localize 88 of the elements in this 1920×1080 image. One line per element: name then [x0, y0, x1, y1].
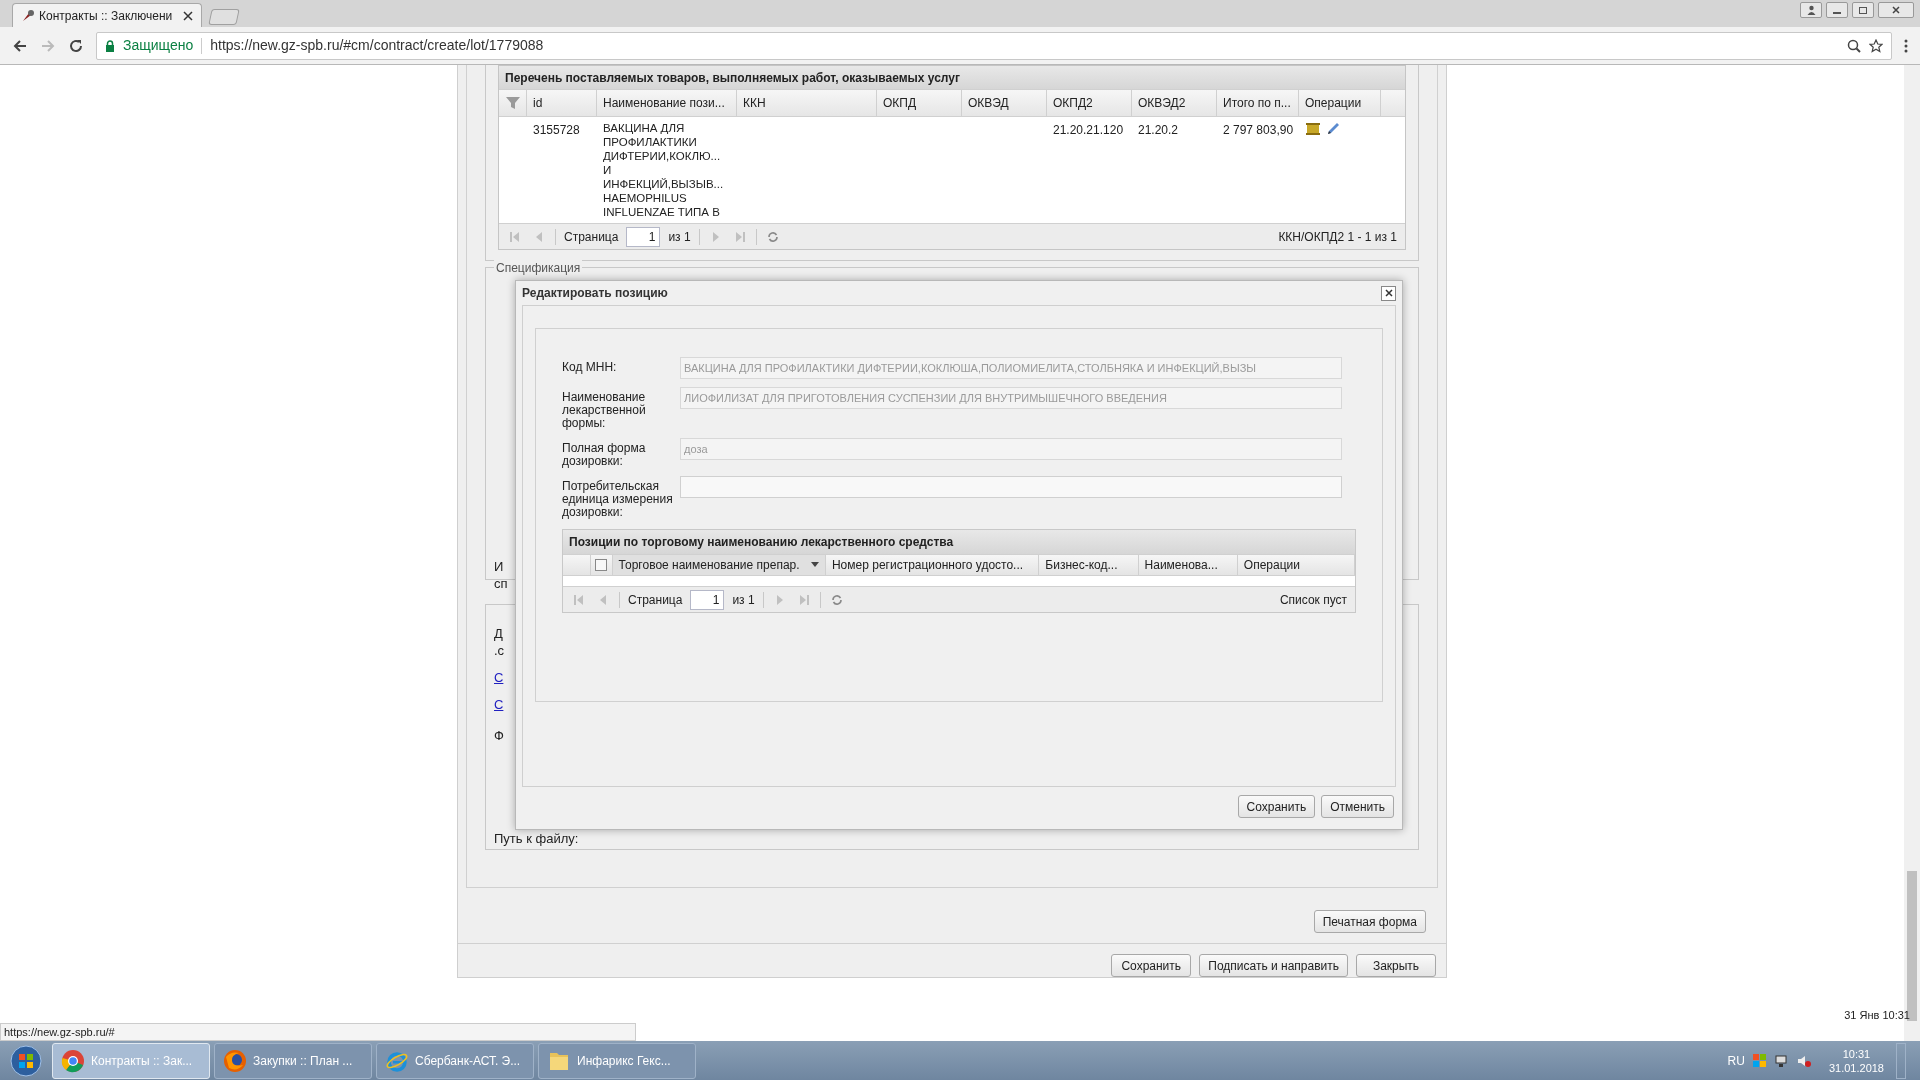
column-header[interactable]: Наименование пози... — [597, 90, 737, 116]
table-cell-text: 21.20.21.120 — [1052, 122, 1125, 139]
scroll-icon[interactable] — [1305, 121, 1321, 137]
column-header[interactable]: Торговое наименование препар. — [612, 555, 826, 575]
dialog-button[interactable]: Отменить — [1321, 795, 1394, 818]
column-header[interactable]: Бизнес-код... — [1039, 555, 1139, 575]
text-fragment: Ф — [494, 727, 505, 744]
page-label: Страница — [628, 591, 683, 609]
close-button[interactable] — [1381, 285, 1396, 301]
close-icon — [1384, 289, 1393, 297]
column-header[interactable]: ОКВЭД — [962, 90, 1047, 116]
items-grid-title: Перечень поставляемых товаров, выполняемых работ, оказываемых услуг — [499, 66, 1405, 89]
minimize-icon — [1833, 12, 1841, 14]
browser-tab[interactable]: Контракты :: Заключени — [12, 3, 202, 27]
minimize-button[interactable] — [1826, 2, 1848, 18]
star-icon[interactable] — [1869, 38, 1883, 53]
fieldset-legend: Спецификация — [494, 259, 583, 277]
url-text: https://new.gz-spb.ru/#cm/contract/create/lot/1779088 — [210, 36, 544, 55]
filter-icon[interactable] — [504, 96, 521, 110]
profile-button[interactable] — [1800, 2, 1822, 18]
column-header[interactable]: ОКПД — [877, 90, 962, 116]
table-cell-text: 2 797 803,90 — [1222, 122, 1295, 139]
zoom-icon[interactable] — [1847, 38, 1861, 53]
column-header[interactable]: Итого по п... — [1217, 90, 1299, 116]
status-url: https://new.gz-spb.ru/# — [0, 1023, 636, 1041]
pager-summary: Список пуст — [1279, 591, 1347, 609]
close-tab-icon[interactable] — [183, 10, 193, 21]
restore-icon — [1859, 6, 1867, 14]
text-fragment: сп — [494, 575, 508, 592]
text-fragment: Д — [494, 625, 504, 642]
table-cell-text: 3155728 — [532, 122, 581, 139]
forward-icon[interactable] — [40, 37, 56, 54]
text-fragment: .с — [494, 642, 506, 659]
page-field[interactable]: 1 — [690, 589, 725, 610]
footer-button[interactable]: Закрыть — [1356, 954, 1436, 977]
dialog-button[interactable]: Сохранить — [1237, 795, 1316, 818]
field-label: Потребительская единица измерения дозировки: — [562, 478, 674, 519]
close-icon — [1892, 6, 1900, 14]
footer-button[interactable]: Сохранить — [1111, 954, 1192, 977]
clock-time: 10:31 — [1842, 1046, 1871, 1061]
pager-summary: ККН/ОКПД2 1 - 1 из 1 — [1278, 228, 1397, 246]
table-cell-text: 21.20.2 — [1137, 122, 1180, 139]
grid-title: Позиции по торговому наименованию лекарственного средства — [563, 530, 1355, 554]
back-icon[interactable] — [12, 37, 28, 54]
field-label: Код МНН: — [562, 359, 618, 374]
column-header[interactable]: Номер регистрационного удосто... — [825, 555, 1040, 575]
table-cell-text: ВАКЦИНА ДЛЯ ПРОФИЛАКТИКИ ДИФТЕРИИ,КОКЛЮ... И ИНФЕКЦИЙ,ВЫЗЫВ... HAEMOPHILUS INFLUENZAE ТИПА B — [602, 121, 725, 219]
chrome-icon — [61, 1048, 85, 1073]
address-bar[interactable]: Защищено https://new.gz-spb.ru/#cm/contract/create/lot/1779088 — [96, 31, 1892, 60]
text-fragment: И — [494, 558, 505, 575]
show-desktop-button[interactable] — [1896, 1042, 1906, 1079]
reload-icon[interactable] — [68, 37, 84, 54]
edit-icon[interactable] — [1325, 121, 1341, 137]
column-header[interactable]: id — [527, 90, 597, 116]
page-label: Страница — [564, 228, 619, 246]
close-window-button[interactable] — [1878, 2, 1914, 18]
select-all-checkbox[interactable] — [595, 559, 608, 571]
dialog-title: Редактировать позицию — [522, 285, 668, 302]
column-header[interactable]: ОКВЭД2 — [1132, 90, 1217, 116]
tab-title: Контракты :: Заключени — [39, 7, 173, 25]
status-time: 31 Янв 10:31 — [1844, 1007, 1910, 1023]
dropdown-caret-icon[interactable] — [810, 562, 819, 568]
lock-icon — [105, 39, 115, 52]
network-icon[interactable] — [1774, 1053, 1789, 1068]
text-field[interactable] — [680, 476, 1342, 498]
menu-icon[interactable] — [1904, 38, 1908, 53]
page-field[interactable]: 1 — [626, 226, 661, 247]
person-icon — [1806, 5, 1816, 15]
tray-flag-icon[interactable] — [1752, 1053, 1767, 1068]
column-header[interactable]: ККН — [737, 90, 877, 116]
firefox-icon — [223, 1048, 247, 1073]
security-label: Защищено — [123, 36, 194, 55]
print-form-button[interactable]: Печатная форма — [1313, 910, 1426, 933]
column-header[interactable]: ОКПД2 — [1047, 90, 1132, 116]
volume-muted-icon[interactable] — [1796, 1053, 1811, 1068]
tab-favicon-icon — [21, 8, 35, 23]
page-count: из 1 — [732, 591, 755, 609]
column-header[interactable]: Операции — [1237, 555, 1355, 575]
field-label: Полная форма дозировки: — [562, 440, 647, 468]
column-header[interactable]: Операции — [1299, 90, 1381, 116]
field-label: Наименование лекарственной формы: — [562, 389, 647, 430]
page-count: из 1 — [668, 228, 691, 246]
text-fragment: Путь к файлу: — [494, 830, 579, 847]
column-header[interactable]: Наименова... — [1138, 555, 1238, 575]
clock-date: 31.01.2018 — [1828, 1060, 1884, 1075]
new-tab-button[interactable] — [208, 9, 240, 25]
footer-button[interactable]: Подписать и направить — [1199, 954, 1348, 977]
restore-button[interactable] — [1852, 2, 1874, 18]
